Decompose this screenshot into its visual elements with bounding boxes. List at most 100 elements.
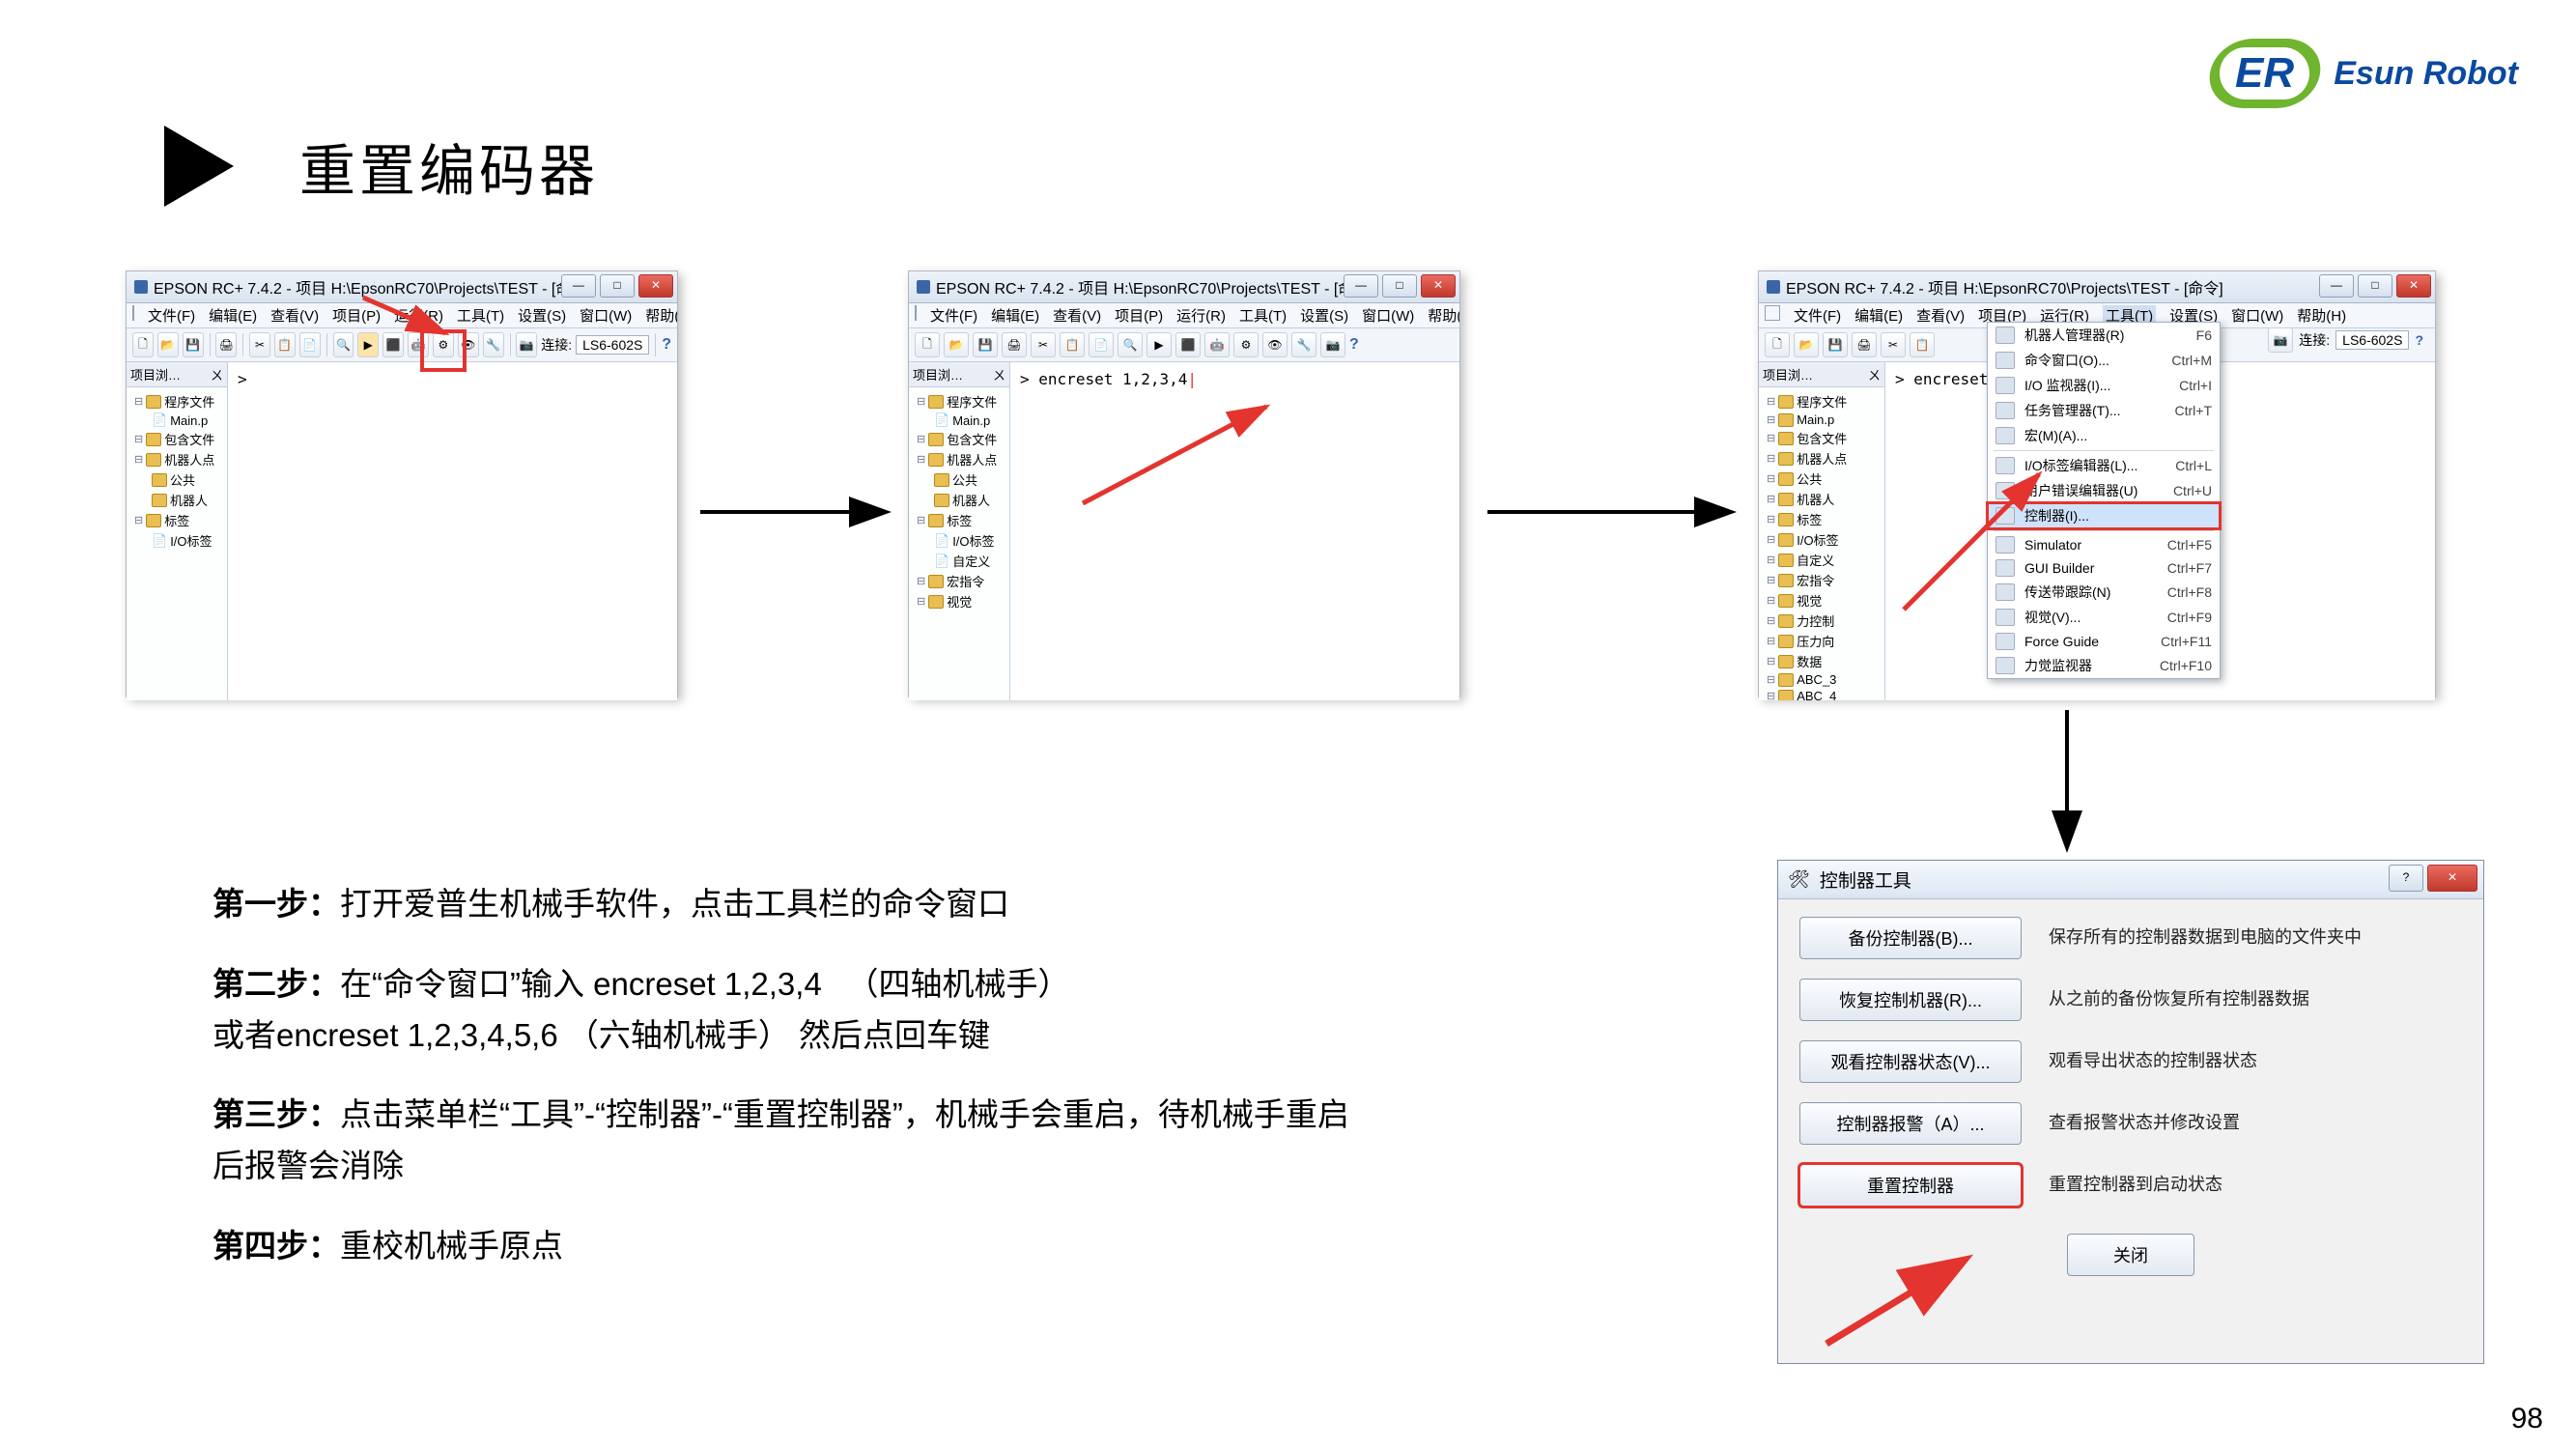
dropdown-item[interactable]: 控制器(I)... bbox=[1988, 503, 2220, 528]
tool-button[interactable]: 📂 bbox=[944, 332, 969, 357]
tool-button[interactable]: 👁 bbox=[458, 332, 479, 357]
tree-close-icon[interactable]: ㄨ bbox=[993, 365, 1005, 384]
tool-button[interactable]: 🖨 bbox=[1002, 332, 1027, 357]
command-window-button[interactable]: ▶ bbox=[357, 332, 379, 357]
reset-controller-button[interactable]: 重置控制器 bbox=[1799, 1164, 2022, 1207]
tool-button[interactable]: ✂ bbox=[1031, 332, 1056, 357]
tool-button[interactable]: 📋 bbox=[1060, 332, 1085, 357]
close-button[interactable]: ✕ bbox=[638, 274, 673, 298]
menu-item[interactable]: 编辑(E) bbox=[1854, 305, 1903, 326]
project-tree[interactable]: 项目浏…ㄨ ⊟程序文件⊟Main.p⊟包含文件⊟机器人点⊟公共⊟机器人⊟标签⊟I… bbox=[1759, 362, 1885, 700]
menu-item[interactable]: 项目(P) bbox=[1115, 305, 1163, 326]
tree-item[interactable]: ⊟视觉 bbox=[1767, 590, 1881, 611]
tree-close-icon[interactable]: ㄨ bbox=[211, 365, 223, 384]
tool-button[interactable]: 🔍 bbox=[333, 332, 354, 357]
tool-button[interactable]: 📷 bbox=[516, 332, 537, 357]
menu-item[interactable]: 查看(V) bbox=[1053, 305, 1101, 326]
tool-button[interactable]: 💾 bbox=[973, 332, 998, 357]
tool-button[interactable]: 📄 bbox=[299, 332, 321, 357]
tool-button[interactable]: 🖨 bbox=[1852, 332, 1877, 357]
dropdown-item[interactable]: GUI BuilderCtrl+F7 bbox=[1988, 556, 2220, 580]
tools-dropdown[interactable]: 机器人管理器(R)F6命令窗口(O)...Ctrl+MI/O 监视器(I)...… bbox=[1987, 322, 2221, 679]
tool-button[interactable]: 🗋 bbox=[915, 332, 940, 357]
tree-item[interactable]: ⊟I/O标签 bbox=[1767, 529, 1881, 550]
tool-button[interactable]: 🔧 bbox=[483, 332, 504, 357]
menu-item[interactable]: 帮助(H) bbox=[2297, 305, 2346, 326]
connection-select[interactable]: LS6-602S bbox=[576, 335, 649, 355]
menubar[interactable]: 文件(F) 编辑(E) 查看(V) 项目(P) 运行(R) 工具(T) 设置(S… bbox=[909, 303, 1459, 328]
tool-button[interactable]: 💾 bbox=[1823, 332, 1848, 357]
tool-button[interactable]: 🤖 bbox=[1204, 332, 1230, 357]
tool-button[interactable]: 💾 bbox=[183, 332, 204, 357]
tree-item[interactable]: ⊟数据 bbox=[1767, 651, 1881, 671]
menu-item[interactable]: 窗口(W) bbox=[1362, 305, 1414, 326]
tree-item[interactable]: ⊟宏指令 bbox=[1767, 570, 1881, 590]
dropdown-item[interactable]: 用户错误编辑器(U)Ctrl+U bbox=[1988, 478, 2220, 503]
menu-item[interactable]: 查看(V) bbox=[270, 305, 319, 326]
minimize-button[interactable]: — bbox=[1344, 274, 1378, 298]
tree-item[interactable]: ⊟ABC_3 bbox=[1767, 671, 1881, 688]
dropdown-item[interactable]: Force GuideCtrl+F11 bbox=[1988, 630, 2220, 653]
tree-item[interactable]: ⊟包含文件 bbox=[1767, 428, 1881, 448]
help-button[interactable]: ? bbox=[2389, 865, 2423, 892]
dialog-button[interactable]: 备份控制器(B)... bbox=[1799, 917, 2022, 959]
dropdown-item[interactable]: I/O 监视器(I)...Ctrl+I bbox=[1988, 373, 2220, 398]
close-button[interactable]: ✕ bbox=[2427, 865, 2477, 892]
command-input[interactable]: encreset 1,2,3,4 bbox=[1038, 370, 1187, 388]
maximize-button[interactable]: □ bbox=[2358, 274, 2392, 298]
dropdown-item[interactable]: SimulatorCtrl+F5 bbox=[1988, 533, 2220, 556]
tree-item[interactable]: ⊟机器人 bbox=[1767, 489, 1881, 509]
tree-item[interactable]: ⊟标签 bbox=[1767, 509, 1881, 529]
tool-button[interactable]: 📷 bbox=[1320, 332, 1345, 357]
menu-item[interactable]: 运行(R) bbox=[1176, 305, 1226, 326]
menu-item[interactable]: 项目(P) bbox=[332, 305, 381, 326]
dialog-button[interactable]: 控制器报警（A）... bbox=[1799, 1102, 2022, 1145]
tool-button[interactable]: ⚙ bbox=[433, 332, 454, 357]
menu-item[interactable]: 编辑(E) bbox=[209, 305, 257, 326]
tool-button[interactable]: ⬛ bbox=[1175, 332, 1201, 357]
tool-button[interactable]: 🔍 bbox=[1118, 332, 1143, 357]
dialog-button[interactable]: 观看控制器状态(V)... bbox=[1799, 1040, 2022, 1083]
tree-item[interactable]: ⊟压力向 bbox=[1767, 631, 1881, 651]
command-area[interactable]: > encreset 1,2,3,4| bbox=[1010, 362, 1459, 700]
tool-button[interactable]: 📄 bbox=[1089, 332, 1114, 357]
menu-item[interactable]: 文件(F) bbox=[1794, 305, 1841, 326]
tree-item[interactable]: ⊟Main.p bbox=[1767, 412, 1881, 428]
tool-button[interactable]: 🖨 bbox=[215, 332, 237, 357]
tool-button[interactable]: 📋 bbox=[274, 332, 296, 357]
help-icon[interactable]: ? bbox=[2415, 332, 2423, 348]
dropdown-item[interactable]: 任务管理器(T)...Ctrl+T bbox=[1988, 398, 2220, 423]
close-button[interactable]: ✕ bbox=[2396, 274, 2431, 298]
help-icon[interactable]: ? bbox=[1349, 336, 1359, 354]
dropdown-item[interactable]: 命令窗口(O)...Ctrl+M bbox=[1988, 348, 2220, 373]
project-tree[interactable]: 项目浏…ㄨ ⊟程序文件 📄Main.p ⊟包含文件 ⊟机器人点 公共 机器人 ⊟… bbox=[127, 362, 228, 700]
menu-item[interactable]: 设置(S) bbox=[1300, 305, 1348, 326]
tree-item[interactable]: ⊟公共 bbox=[1767, 469, 1881, 489]
minimize-button[interactable]: — bbox=[2319, 274, 2354, 298]
dropdown-item[interactable]: 机器人管理器(R)F6 bbox=[1988, 323, 2220, 348]
maximize-button[interactable]: □ bbox=[1382, 274, 1417, 298]
project-tree[interactable]: 项目浏…ㄨ ⊟程序文件 📄Main.p ⊟包含文件 ⊟机器人点 公共 机器人 ⊟… bbox=[909, 362, 1010, 700]
dropdown-item[interactable]: 传送带跟踪(N)Ctrl+F8 bbox=[1988, 580, 2220, 605]
dropdown-item[interactable]: 力觉监视器Ctrl+F10 bbox=[1988, 653, 2220, 678]
tool-button[interactable]: ▶ bbox=[1146, 332, 1172, 357]
menu-item[interactable]: 帮助(H) bbox=[645, 305, 677, 326]
tree-item[interactable]: ⊟程序文件 bbox=[1767, 391, 1881, 412]
tool-button[interactable]: 📂 bbox=[1794, 332, 1819, 357]
dropdown-item[interactable]: 视觉(V)...Ctrl+F9 bbox=[1988, 605, 2220, 630]
tool-button[interactable]: 📋 bbox=[1910, 332, 1935, 357]
tree-item[interactable]: ⊟力控制 bbox=[1767, 611, 1881, 631]
tool-button[interactable]: ⬛ bbox=[382, 332, 404, 357]
menu-item[interactable]: 工具(T) bbox=[1239, 305, 1287, 326]
tool-button[interactable]: 👁 bbox=[1262, 332, 1288, 357]
dialog-close-button[interactable]: 关闭 bbox=[2067, 1234, 2194, 1276]
tool-button[interactable]: 🗋 bbox=[132, 332, 154, 357]
menu-item[interactable]: 文件(F) bbox=[930, 305, 977, 326]
maximize-button[interactable]: □ bbox=[600, 274, 635, 298]
tool-button[interactable]: ⚙ bbox=[1233, 332, 1259, 357]
command-area[interactable]: > bbox=[228, 362, 677, 700]
tool-button[interactable]: ✂ bbox=[1881, 332, 1906, 357]
menu-item[interactable]: 查看(V) bbox=[1916, 305, 1965, 326]
help-icon[interactable]: ? bbox=[662, 336, 671, 354]
dialog-button[interactable]: 恢复控制机器(R)... bbox=[1799, 979, 2022, 1021]
